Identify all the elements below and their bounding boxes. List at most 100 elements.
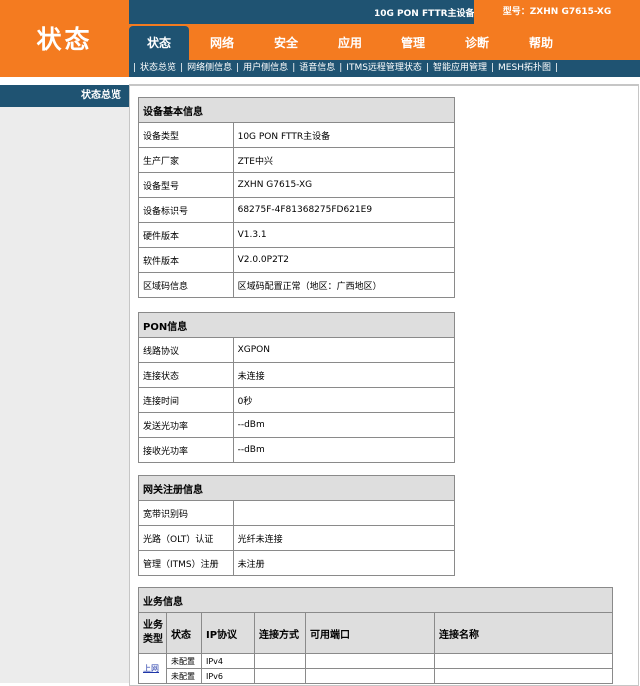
row-value: 光纤未连接: [232, 525, 456, 551]
column-header: IP协议: [201, 612, 255, 654]
section-title: 设备基本信息: [138, 97, 455, 123]
table-row: 上网 未配置 IPv4: [138, 653, 613, 684]
available-port-cell: [305, 668, 435, 684]
main-content: 设备基本信息 设备类型 10G PON FTTR主设备 生产厂家 ZTE中兴 设备型…: [129, 77, 640, 686]
gateway-registration-table: 网关注册信息 宽带识别码 光路（OLT）认证 光纤未连接 管理（ITMS）注册 未注…: [138, 475, 456, 576]
subnav-voice[interactable]: 语音信息: [299, 63, 335, 73]
column-header: 业务类型: [138, 612, 167, 654]
page-logo-title: 状态: [0, 0, 129, 77]
table-row: 连接时间 0秒: [138, 387, 456, 413]
tab-diagnosis[interactable]: 诊断: [447, 26, 507, 60]
table-row: 设备标识号 68275F-4F81368275FD621E9: [138, 197, 456, 223]
tab-security[interactable]: 安全: [256, 26, 316, 60]
ip-protocol-cell: IPv6: [201, 668, 255, 684]
subnav-separator: |: [339, 63, 343, 73]
model-label: 型号：ZXHN G7615-XG: [474, 0, 640, 24]
subnav-user-side[interactable]: 用户侧信息: [243, 63, 288, 73]
row-label: 软件版本: [138, 247, 234, 273]
column-header: 可用端口: [305, 612, 435, 654]
tab-management[interactable]: 管理: [383, 26, 443, 60]
row-label: 设备类型: [138, 122, 234, 148]
connection-name-cell: [434, 668, 613, 684]
pon-info-table: PON信息 线路协议 XGPON 连接状态 未连接 连接时间 0秒 发送光功率 --dB…: [138, 312, 456, 463]
row-label: 连接状态: [138, 362, 234, 388]
section-title: 网关注册信息: [138, 475, 455, 501]
row-label: 连接时间: [138, 387, 234, 413]
table-row: 连接状态 未连接: [138, 362, 456, 388]
subnav-separator: |: [180, 63, 184, 73]
table-row: 宽带识别码: [138, 500, 456, 526]
subnav-network-side[interactable]: 网络侧信息: [187, 63, 232, 73]
row-value: --dBm: [232, 437, 456, 463]
column-header: 连接方式: [254, 612, 306, 654]
connection-name-cell: [434, 653, 613, 669]
row-value: 0秒: [232, 387, 456, 413]
row-value: [232, 500, 456, 526]
row-label: 设备标识号: [138, 197, 234, 223]
table-row: 软件版本 V2.0.0P2T2: [138, 247, 456, 273]
row-value: 未连接: [232, 362, 456, 388]
business-info-table: 业务信息 业务类型 状态 IP协议 连接方式 可用端口 连接名称 上网 未配置 …: [138, 587, 613, 684]
sidebar: 状态总览: [0, 77, 129, 683]
row-value: 68275F-4F81368275FD621E9: [232, 197, 456, 223]
table-row: 未配置 IPv6: [139, 668, 613, 684]
subnav-mesh[interactable]: MESH拓扑图: [498, 63, 551, 73]
sub-nav: | 状态总览 | 网络侧信息 | 用户侧信息 | 语音信息 | ITMS远程管理状态 | 智能应用管理…: [129, 60, 640, 77]
tab-help[interactable]: 帮助: [511, 26, 571, 60]
top-bar: 10G PON FTTR主设备 型号：ZXHN G7615-XG: [129, 0, 640, 24]
row-label: 生产厂家: [138, 147, 234, 173]
table-row: 硬件版本 V1.3.1: [138, 222, 456, 248]
main-nav: 状态 网络 安全 应用 管理 诊断 帮助: [129, 24, 640, 60]
basic-info-table: 设备基本信息 设备类型 10G PON FTTR主设备 生产厂家 ZTE中兴 设备型…: [138, 97, 456, 298]
row-label: 光路（OLT）认证: [138, 525, 234, 551]
table-row: 光路（OLT）认证 光纤未连接: [138, 525, 456, 551]
row-label: 宽带识别码: [138, 500, 234, 526]
table-row: 发送光功率 --dBm: [138, 412, 456, 438]
row-label: 管理（ITMS）注册: [138, 550, 234, 576]
row-value: V2.0.0P2T2: [232, 247, 456, 273]
tab-network[interactable]: 网络: [192, 26, 252, 60]
section-title: PON信息: [138, 312, 455, 338]
subnav-itms[interactable]: ITMS远程管理状态: [346, 63, 422, 73]
row-label: 硬件版本: [138, 222, 234, 248]
tab-application[interactable]: 应用: [320, 26, 380, 60]
tab-status[interactable]: 状态: [129, 26, 189, 60]
row-label: 设备型号: [138, 172, 234, 198]
available-port-cell: [305, 653, 435, 669]
subnav-separator: |: [236, 63, 240, 73]
row-value: V1.3.1: [232, 222, 456, 248]
subnav-separator: |: [491, 63, 495, 73]
business-type-cell: 上网: [138, 653, 167, 684]
row-value: 区域码配置正常（地区：广西地区）: [232, 272, 456, 298]
column-header: 连接名称: [434, 612, 613, 654]
subnav-separator: |: [554, 63, 559, 73]
connection-mode-cell: [254, 668, 306, 684]
row-value: XGPON: [232, 337, 456, 363]
table-row: 设备类型 10G PON FTTR主设备: [138, 122, 456, 148]
business-type-link[interactable]: 上网: [143, 664, 159, 673]
row-value: --dBm: [232, 412, 456, 438]
ip-protocol-cell: IPv4: [201, 653, 255, 669]
connection-mode-cell: [254, 653, 306, 669]
row-value: 10G PON FTTR主设备: [232, 122, 456, 148]
row-value: ZTE中兴: [232, 147, 456, 173]
table-row: 设备型号 ZXHN G7615-XG: [138, 172, 456, 198]
subnav-status-overview[interactable]: 状态总览: [140, 63, 176, 73]
table-row: 生产厂家 ZTE中兴: [138, 147, 456, 173]
subnav-separator: |: [425, 63, 429, 73]
status-cell: 未配置: [166, 653, 202, 669]
row-label: 区域码信息: [138, 272, 234, 298]
table-row: 管理（ITMS）注册 未注册: [138, 550, 456, 576]
section-title: 业务信息: [138, 587, 613, 613]
row-value: 未注册: [232, 550, 456, 576]
subnav-smart-app[interactable]: 智能应用管理: [433, 63, 487, 73]
table-row: 区域码信息 区域码配置正常（地区：广西地区）: [138, 272, 456, 298]
table-row: 线路协议 XGPON: [138, 337, 456, 363]
row-label: 发送光功率: [138, 412, 234, 438]
row-label: 线路协议: [138, 337, 234, 363]
row-value: ZXHN G7615-XG: [232, 172, 456, 198]
row-label: 接收光功率: [138, 437, 234, 463]
sidebar-item-status-overview[interactable]: 状态总览: [0, 85, 129, 107]
subnav-separator: |: [133, 63, 137, 73]
status-cell: 未配置: [166, 668, 202, 684]
